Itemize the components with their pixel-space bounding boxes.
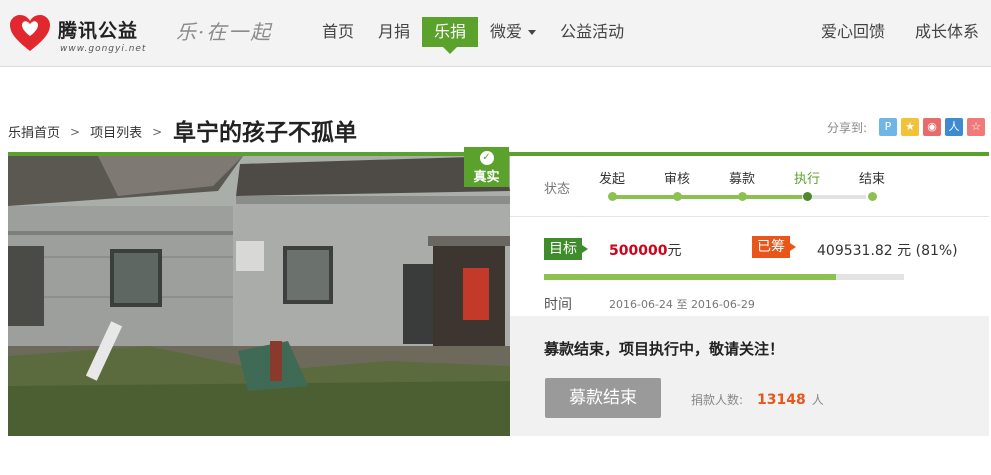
- renren-icon[interactable]: 人: [945, 118, 963, 136]
- step-dot-review: [673, 192, 682, 201]
- chevron-right-icon: >: [152, 124, 163, 139]
- donors-unit: 人: [811, 393, 824, 407]
- step-label-end: 结束: [858, 172, 885, 187]
- goal-tag: 目标: [544, 238, 588, 260]
- start-date: 2016-06-24: [609, 298, 673, 311]
- status-label: 状态: [544, 182, 571, 197]
- progress-steps: 发起 审核 募款 执行 结束: [598, 168, 885, 208]
- page-title: 阜宁的孩子不孤单: [173, 120, 357, 146]
- date-separator: 至: [676, 298, 688, 311]
- nav-growth-label: 成长体系: [914, 22, 979, 41]
- step-label-fundraise: 募款: [728, 172, 755, 187]
- time-range: 2016-06-24 至 2016-06-29: [609, 296, 755, 312]
- brand-name: 腾讯公益: [58, 20, 139, 42]
- end-date: 2016-06-29: [690, 298, 755, 311]
- share-label: 分享到:: [826, 120, 867, 135]
- fundraising-ended-button[interactable]: 募款结束: [545, 378, 661, 418]
- raised-tag: 已筹: [752, 236, 796, 258]
- step-label-execute: 执行: [793, 172, 820, 187]
- nav-lejuan-label: 乐捐: [434, 22, 467, 41]
- steps-track-fill: [610, 195, 802, 199]
- house-photo-illustration: [8, 156, 510, 436]
- star-icon[interactable]: ★: [901, 118, 919, 136]
- time-label: 时间: [544, 297, 572, 313]
- chevron-right-icon: >: [70, 124, 81, 139]
- share-bar: 分享到: P ★ ◉ 人 ☆: [827, 118, 985, 136]
- nav-weiai[interactable]: 微爱: [478, 17, 548, 47]
- nav-growth[interactable]: 成长体系: [885, 17, 979, 47]
- step-dot-end: [868, 192, 877, 201]
- nav-rewards-label: 爱心回馈: [820, 22, 885, 41]
- main-nav: 首页 月捐 乐捐 微爱 公益活动: [310, 17, 636, 54]
- heart-logo-icon: [10, 15, 50, 51]
- weibo-icon[interactable]: ◉: [923, 118, 941, 136]
- step-label-review: 审核: [663, 172, 690, 187]
- nav-home-label: 首页: [322, 22, 355, 41]
- nav-monthly[interactable]: 月捐: [366, 17, 422, 47]
- status-message: 募款结束，项目执行中，敬请关注！: [544, 340, 785, 358]
- check-icon: ✓: [479, 151, 494, 165]
- verified-badge: ✓ 真实: [464, 147, 509, 187]
- favorite-icon[interactable]: ☆: [967, 118, 985, 136]
- step-dot-execute: [803, 192, 812, 201]
- step-dot-launch: [608, 192, 617, 201]
- donors-number: 13148: [757, 392, 806, 408]
- donors-label: 捐款人数:: [691, 393, 744, 407]
- step-label-launch: 发起: [598, 172, 625, 187]
- project-photo[interactable]: [8, 156, 510, 436]
- nav-activities[interactable]: 公益活动: [548, 17, 636, 47]
- nav-activities-label: 公益活动: [560, 22, 625, 41]
- nav-home[interactable]: 首页: [310, 17, 366, 47]
- tencent-gongyi-logo[interactable]: 腾讯公益 www.gongyi.net: [8, 10, 168, 60]
- goal-amount: 500000元: [609, 240, 681, 260]
- breadcrumb-project-list[interactable]: 项目列表: [90, 122, 142, 141]
- slogan: 乐·在一起: [176, 20, 273, 44]
- raised-amount: 409531.82 元 (81%): [817, 243, 958, 259]
- step-dot-fundraise: [738, 192, 747, 201]
- funding-progress-fill: [544, 274, 836, 280]
- caret-down-icon: [528, 30, 537, 35]
- verified-label: 真实: [473, 170, 500, 185]
- secondary-nav: 爱心回馈 成长体系: [791, 17, 979, 47]
- nav-weiai-label: 微爱: [490, 22, 523, 41]
- goal-unit: 元: [667, 243, 682, 259]
- nav-monthly-label: 月捐: [378, 22, 411, 41]
- status-row: 状态 发起 审核 募款 执行 结束: [510, 156, 989, 217]
- goal-number: 500000: [609, 243, 668, 259]
- brand-url: www.gongyi.net: [60, 44, 147, 54]
- top-navigation-bar: 腾讯公益 www.gongyi.net 乐·在一起 首页 月捐 乐捐 微爱 公益…: [0, 0, 991, 67]
- breadcrumb: 乐捐首页 > 项目列表 >: [8, 122, 172, 142]
- nav-lejuan[interactable]: 乐捐: [422, 17, 479, 54]
- nav-rewards[interactable]: 爱心回馈: [791, 17, 885, 47]
- qzone-icon[interactable]: P: [879, 118, 897, 136]
- funding-progress-bar: [544, 274, 904, 280]
- funding-row: 目标 500000元 已筹 409531.82 元 (81%) 时间 2016-…: [510, 218, 989, 318]
- breadcrumb-home[interactable]: 乐捐首页: [8, 122, 60, 141]
- status-box: 募款结束，项目执行中，敬请关注！ 募款结束 捐款人数: 13148 人: [510, 316, 989, 436]
- project-info-panel: 状态 发起 审核 募款 执行 结束 目标 500000元 已筹 409531.8…: [510, 156, 989, 436]
- donor-count: 捐款人数: 13148 人: [691, 391, 824, 408]
